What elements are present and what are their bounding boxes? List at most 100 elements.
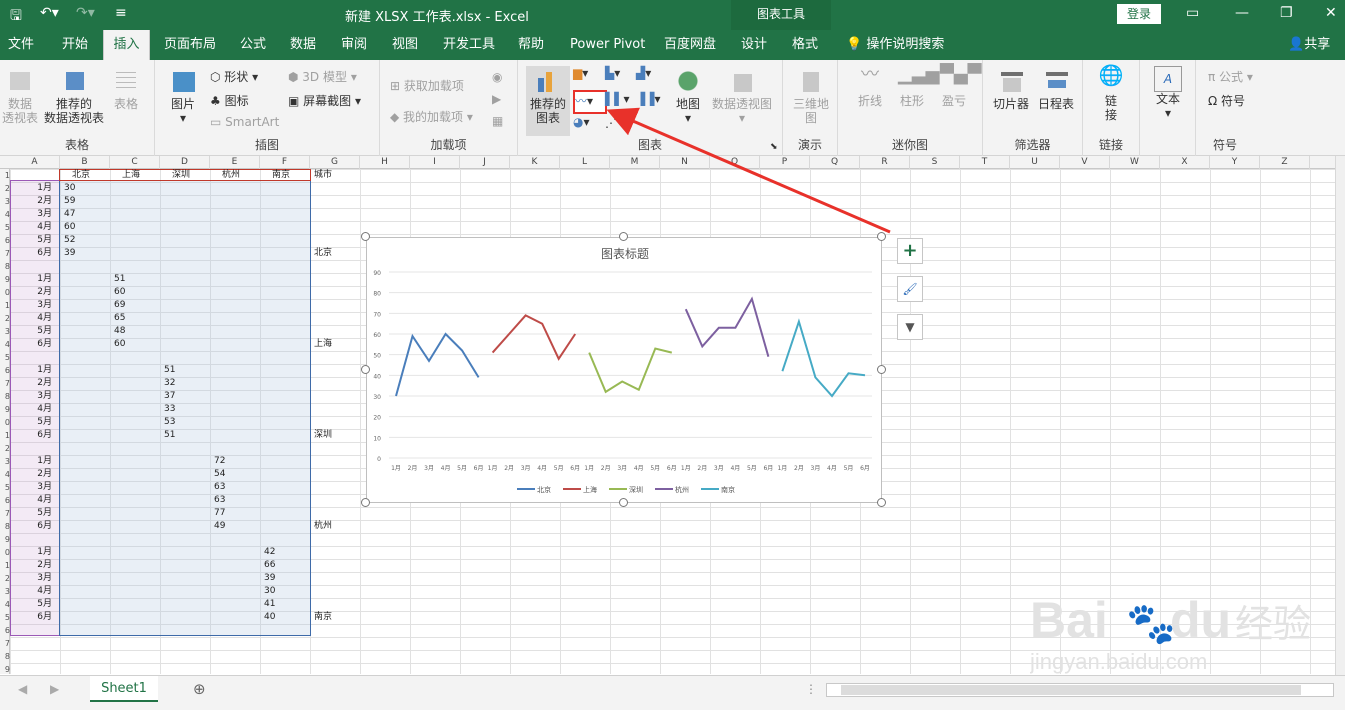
column-header-M[interactable]: M (610, 156, 660, 169)
pictures-button[interactable]: 图片 ▾ (163, 68, 203, 125)
minimize-icon[interactable]: — (1235, 5, 1249, 21)
shapes-button[interactable]: ⬡ 形状 ▾ (210, 68, 258, 85)
vertical-scrollbar[interactable] (1335, 156, 1345, 675)
column-header-K[interactable]: K (510, 156, 560, 169)
row-header[interactable]: 9 (0, 273, 10, 286)
tell-me-search[interactable]: 💡 操作说明搜索 (846, 30, 944, 60)
recommended-pivot-button[interactable]: 推荐的 数据透视表 (42, 68, 106, 125)
resize-handle[interactable] (361, 498, 370, 507)
next-sheet-icon[interactable]: ▶ (50, 682, 59, 696)
row-header[interactable]: 1 (0, 429, 10, 442)
tab-power-pivot[interactable]: Power Pivot (570, 30, 645, 60)
text-button[interactable]: A 文本 ▾ (1148, 66, 1188, 120)
column-header-I[interactable]: I (410, 156, 460, 169)
column-header-W[interactable]: W (1110, 156, 1160, 169)
resize-handle[interactable] (361, 365, 370, 374)
row-header[interactable]: 3 (0, 455, 10, 468)
horizontal-scroll-thumb[interactable] (841, 685, 1301, 695)
close-icon[interactable]: ✕ (1325, 5, 1337, 21)
row-header[interactable]: 8 (0, 390, 10, 403)
tab-data[interactable]: 数据 (290, 30, 316, 60)
row-header[interactable]: 5 (0, 481, 10, 494)
pie-chart-button[interactable]: ◕▾ (573, 115, 590, 129)
line-chart-button[interactable]: 〰▾ (573, 90, 607, 114)
tab-review[interactable]: 审阅 (341, 30, 367, 60)
customize-qat-icon[interactable]: ≡ (115, 5, 127, 21)
row-header[interactable]: 2 (0, 312, 10, 325)
tab-format[interactable]: 格式 (792, 30, 818, 60)
tab-formulas[interactable]: 公式 (240, 30, 266, 60)
add-sheet-icon[interactable]: ⊕ (193, 680, 206, 698)
tab-page-layout[interactable]: 页面布局 (164, 30, 216, 60)
prev-sheet-icon[interactable]: ◀ (18, 682, 27, 696)
row-header[interactable]: 7 (0, 377, 10, 390)
row-header[interactable]: 5 (0, 611, 10, 624)
recommended-charts-button[interactable]: 推荐的 图表 (526, 66, 570, 136)
column-header-J[interactable]: J (460, 156, 510, 169)
sheet-bar-splitter-icon[interactable]: ⋮ (805, 682, 817, 696)
row-header[interactable]: 1 (0, 299, 10, 312)
smartart-button[interactable]: ▭ SmartArt (210, 115, 279, 129)
column-header-C[interactable]: C (110, 156, 160, 169)
row-header[interactable]: 5 (0, 221, 10, 234)
people-graph-icon[interactable]: ▶ (492, 92, 501, 106)
table-button[interactable]: 表格 (108, 68, 144, 111)
row-header[interactable]: 8 (0, 520, 10, 533)
equation-button[interactable]: π 公式 ▾ (1208, 68, 1253, 85)
column-header-H[interactable]: H (360, 156, 410, 169)
line-chart[interactable]: 图表标题 0 10 20 30 40 50 60 70 80 90 1月 2月 3月 4月 5月 6月 北京 1月 2… (366, 237, 882, 503)
3d-map-button[interactable]: 三维地 图 (789, 68, 833, 125)
sheet-tab-sheet1[interactable]: Sheet1 (90, 676, 158, 702)
row-header[interactable]: 3 (0, 585, 10, 598)
row-header[interactable]: 3 (0, 325, 10, 338)
column-header-T[interactable]: T (960, 156, 1010, 169)
row-header[interactable]: 9 (0, 533, 10, 546)
pivot-chart-button[interactable]: 数据透视图 ▾ (710, 68, 774, 125)
get-addins-button[interactable]: ⊞ 获取加载项 (390, 77, 464, 94)
row-header[interactable]: 7 (0, 247, 10, 260)
column-header-R[interactable]: R (860, 156, 910, 169)
waterfall-chart-button[interactable]: ▟▾ (636, 66, 651, 80)
save-icon[interactable]: 🖫 (10, 5, 22, 29)
column-header-F[interactable]: F (260, 156, 310, 169)
bing-maps-icon[interactable]: ◉ (492, 70, 502, 84)
maximize-icon[interactable]: ❐ (1280, 5, 1293, 21)
hierarchy-chart-button[interactable]: ▙▾ (605, 66, 620, 80)
3d-model-button[interactable]: ⬢ 3D 模型 ▾ (288, 68, 357, 85)
resize-handle[interactable] (877, 498, 886, 507)
column-header-E[interactable]: E (210, 156, 260, 169)
link-button[interactable]: 🌐 链 接 (1091, 65, 1131, 122)
my-addins-button[interactable]: ◆ 我的加载项 ▾ (390, 108, 473, 125)
sparkline-winloss-button[interactable]: ▀▄▀ 盈亏 (934, 66, 982, 109)
column-header-U[interactable]: U (1010, 156, 1060, 169)
timeline-button[interactable]: 日程表 (1035, 68, 1077, 111)
row-header[interactable]: 4 (0, 338, 10, 351)
tab-view[interactable]: 视图 (392, 30, 418, 60)
row-header[interactable]: 2 (0, 572, 10, 585)
column-header-B[interactable]: B (60, 156, 110, 169)
column-header-Z[interactable]: Z (1260, 156, 1310, 169)
tab-baidu-netdisk[interactable]: 百度网盘 (664, 30, 716, 60)
tab-design[interactable]: 设计 (741, 30, 767, 60)
row-header[interactable]: 1 (0, 169, 10, 182)
chart-styles-button[interactable]: 🖌 (897, 276, 923, 302)
column-header-D[interactable]: D (160, 156, 210, 169)
row-header[interactable]: 8 (0, 650, 10, 663)
resize-handle[interactable] (619, 498, 628, 507)
maps-button[interactable]: 地图 ▾ (668, 68, 708, 125)
row-header[interactable]: 5 (0, 351, 10, 364)
scatter-chart-button[interactable]: ⋰ (605, 116, 617, 130)
icons-button[interactable]: ♣ 图标 (210, 92, 249, 109)
tab-developer[interactable]: 开发工具 (443, 30, 495, 60)
sparkline-line-button[interactable]: 〰折线 (850, 66, 890, 109)
row-header[interactable]: 6 (0, 364, 10, 377)
row-header[interactable]: 4 (0, 468, 10, 481)
row-header[interactable]: 9 (0, 403, 10, 416)
undo-icon[interactable]: ↶▾ (40, 5, 59, 21)
visio-icon[interactable]: ▦ (492, 114, 503, 128)
chart-elements-button[interactable]: + (897, 238, 923, 264)
screenshot-button[interactable]: ▣ 屏幕截图 ▾ (288, 92, 361, 109)
row-header[interactable]: 0 (0, 546, 10, 559)
resize-handle[interactable] (877, 232, 886, 241)
column-header-L[interactable]: L (560, 156, 610, 169)
